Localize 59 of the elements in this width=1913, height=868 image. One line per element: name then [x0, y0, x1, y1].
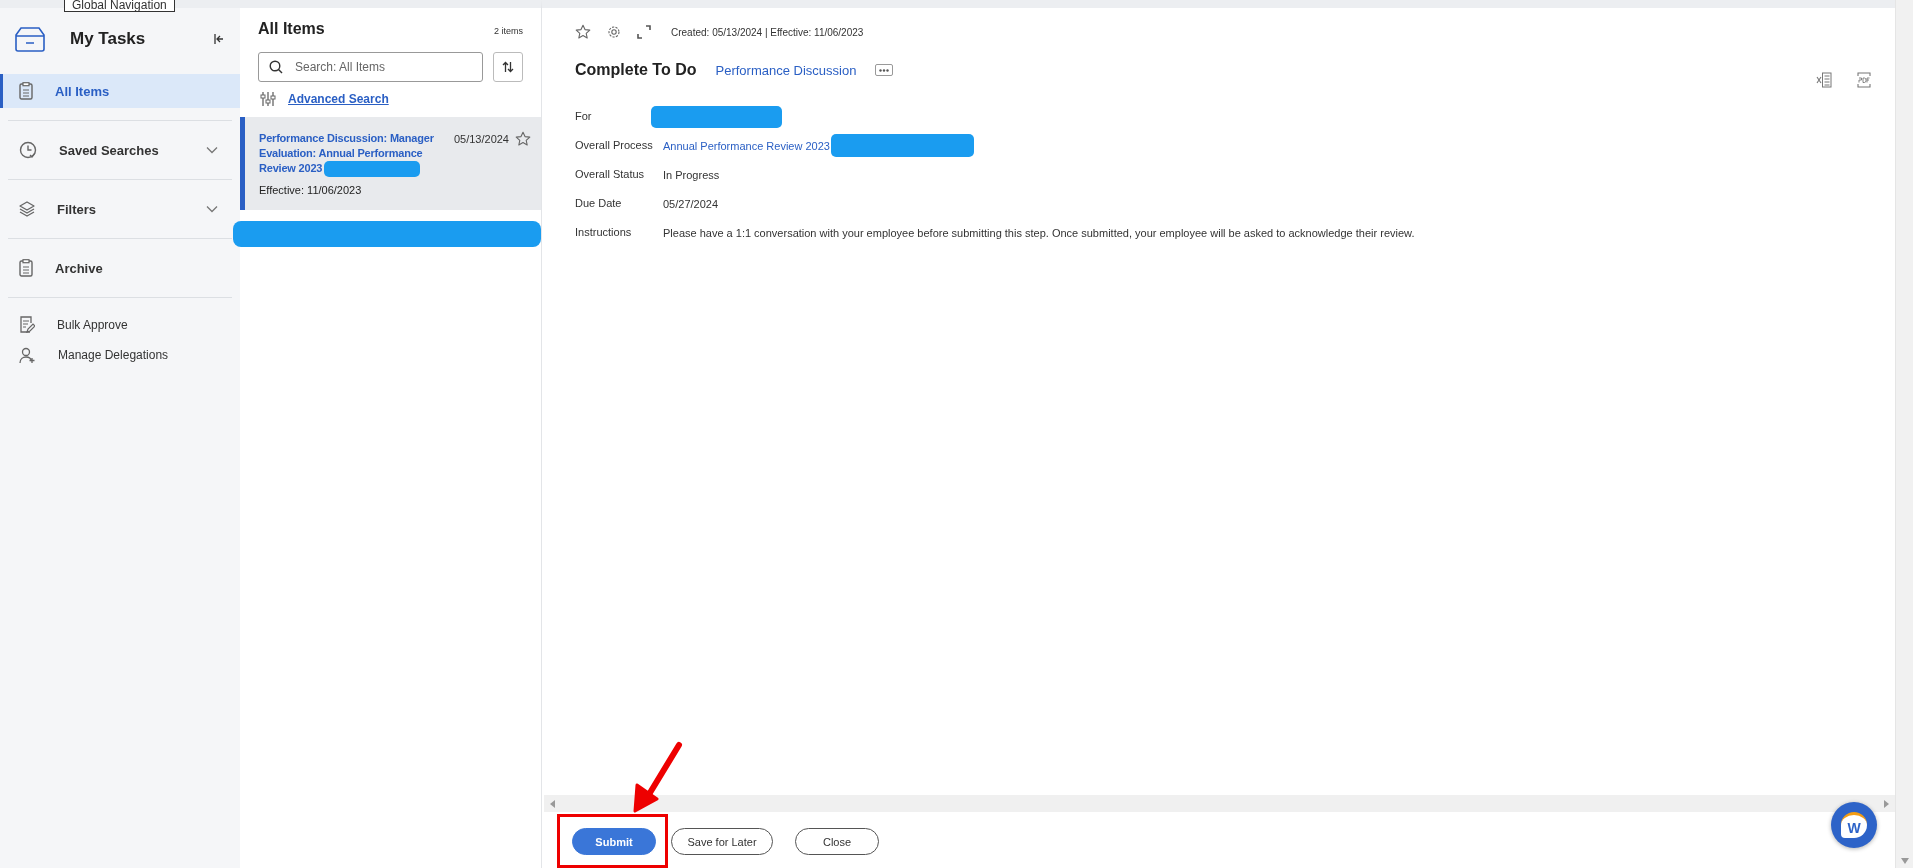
field-label: Due Date: [575, 196, 623, 211]
spreadsheet-export-icon[interactable]: [1816, 72, 1832, 88]
action-button[interactable]: Save for Later: [671, 828, 773, 855]
field-value: 05/27/2024: [663, 197, 719, 210]
search-icon: [269, 60, 283, 74]
sliders-icon: [260, 91, 276, 107]
task-card[interactable]: Performance Discussion: Manager Evaluation: Annual Performance Review 2023 Effective: 11/06/2023 05/13/2024: [240, 117, 541, 211]
field-value: Please have a 1:1 conversation with your employee before submitting this step. Once submitted, your employee will be asked to acknowledge their review.: [663, 226, 1415, 239]
settings-icon[interactable]: [607, 25, 621, 39]
field-label: For: [575, 109, 593, 124]
favorite-star-icon[interactable]: [575, 24, 591, 40]
document-export-icon[interactable]: [1857, 72, 1871, 88]
submit-button[interactable]: Submit: [572, 828, 656, 855]
advanced-search-link[interactable]: Advanced Search: [288, 92, 389, 106]
inbox-tray-icon: [14, 26, 46, 52]
search-box[interactable]: Search: All Items: [258, 52, 483, 82]
subtitle-link[interactable]: Performance Discussion: [715, 62, 857, 78]
effective-date: Effective: 11/06/2023: [259, 183, 363, 197]
task-date: 05/13/2024: [453, 132, 509, 147]
chevron-icon[interactable]: [206, 146, 218, 154]
scroll-right-arrow-icon[interactable]: [1884, 799, 1889, 808]
sidebar-action[interactable]: Bulk Approve: [0, 310, 240, 340]
scroll-down-arrow-icon[interactable]: [1900, 858, 1909, 864]
task-title: Performance Discussion: Manager Evaluation: Annual Performance Review 2023: [259, 131, 448, 178]
clipboard-icon: [19, 259, 33, 277]
sidebar-item[interactable]: Saved Searches: [0, 133, 240, 167]
pointer-arrow: [633, 741, 683, 813]
field-label: Instructions: [575, 225, 633, 240]
search-field[interactable]: Search: All Items: [295, 56, 472, 78]
item-count: 2 items: [494, 26, 523, 36]
sort-arrows-icon: [502, 61, 514, 73]
sidebar-action[interactable]: Manage Delegations: [0, 340, 240, 370]
chat-button[interactable]: W: [1831, 802, 1877, 848]
sidebar-item[interactable]: Archive: [0, 251, 240, 285]
sidebar-title: My Tasks: [70, 29, 147, 49]
list-title: All Items: [258, 20, 325, 38]
person-add-icon: [19, 346, 36, 364]
field-label: Overall Process: [575, 138, 654, 153]
star-icon[interactable]: [515, 131, 531, 147]
sort-button[interactable]: [493, 52, 523, 82]
field-link[interactable]: Annual Performance Review 2023: [663, 139, 830, 152]
chevron-icon[interactable]: [206, 205, 218, 213]
layers-icon: [19, 201, 35, 217]
sidebar-item[interactable]: Filters: [0, 192, 240, 226]
document-edit-icon: [19, 316, 35, 334]
more-icon: [879, 68, 890, 72]
clipboard-icon: [19, 82, 33, 100]
field-label: Overall Status: [575, 167, 646, 182]
scroll-left-arrow-icon[interactable]: [550, 799, 555, 808]
tooltip: Global Navigation: [64, 0, 175, 12]
field-value: In Progress: [663, 168, 720, 181]
page-title: Complete To Do: [575, 61, 697, 79]
created-effective-dates: Created: 05/13/2024 | Effective: 11/06/2023: [671, 26, 864, 38]
expand-icon[interactable]: [637, 25, 651, 39]
action-button[interactable]: Close: [795, 828, 879, 855]
sidebar-item[interactable]: All Items: [0, 74, 240, 108]
collapse-icon[interactable]: [214, 33, 224, 45]
clock-icon: [19, 141, 37, 159]
more-button[interactable]: [875, 64, 894, 76]
